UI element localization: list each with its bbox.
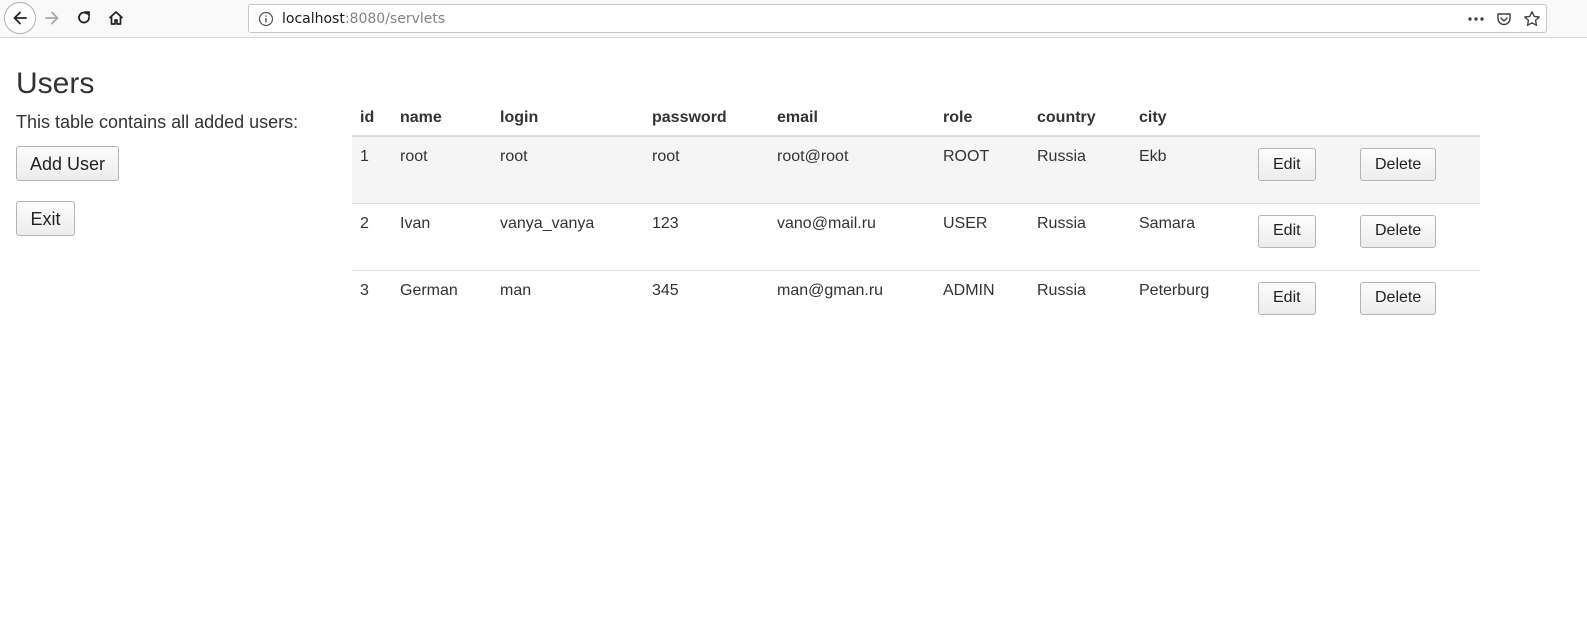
- col-header-city: city: [1131, 98, 1250, 137]
- arrow-right-icon: [45, 11, 59, 25]
- reload-icon: [78, 11, 90, 24]
- cell-edit: Edit: [1250, 136, 1352, 203]
- table-row: 3 German man 345 man@gman.ru ADMIN Russi…: [352, 269, 1480, 337]
- url-actions: [1466, 7, 1542, 31]
- cell-delete: Delete: [1352, 202, 1480, 270]
- bookmark-button[interactable]: [1522, 9, 1542, 29]
- home-icon: [108, 11, 124, 25]
- col-header-email: email: [769, 98, 935, 137]
- cell-password: root: [644, 136, 769, 203]
- col-header-login: login: [492, 98, 644, 137]
- cell-delete: Delete: [1352, 269, 1480, 337]
- cell-login: vanya_vanya: [492, 202, 644, 270]
- star-icon: [1524, 11, 1540, 26]
- delete-button[interactable]: Delete: [1360, 281, 1437, 315]
- pocket-icon: [1497, 13, 1511, 26]
- cell-city: Peterburg: [1131, 269, 1250, 337]
- arrow-left-icon: [13, 11, 27, 25]
- cell-email: man@gman.ru: [769, 269, 935, 337]
- url-path: :8080/servlets: [344, 11, 446, 27]
- cell-login: man: [492, 269, 644, 337]
- page-actions-button[interactable]: [1466, 9, 1486, 29]
- table-row: 1 root root root root@root ROOT Russia E…: [352, 136, 1480, 203]
- table-header-row: id name login password email role countr…: [352, 98, 1480, 137]
- cell-name: root: [392, 136, 492, 203]
- cell-city: Ekb: [1131, 136, 1250, 203]
- col-header-name: name: [392, 98, 492, 137]
- add-user-button[interactable]: Add User: [16, 146, 119, 181]
- home-button[interactable]: [101, 3, 131, 33]
- page-title: Users: [16, 67, 95, 100]
- cell-id: 3: [352, 269, 392, 337]
- cell-edit: Edit: [1250, 269, 1352, 337]
- cell-role: ADMIN: [935, 269, 1029, 337]
- address-bar[interactable]: localhost:8080/servlets: [248, 4, 1547, 33]
- forward-button[interactable]: [37, 3, 67, 33]
- edit-button[interactable]: Edit: [1258, 148, 1316, 181]
- intro-text: This table contains all added users:: [16, 112, 299, 132]
- cell-email: root@root: [769, 136, 935, 203]
- browser-toolbar: localhost:8080/servlets: [0, 0, 1587, 38]
- col-header-id: id: [352, 98, 392, 137]
- col-header-edit: [1250, 98, 1352, 137]
- cell-name: German: [392, 269, 492, 337]
- delete-button[interactable]: Delete: [1360, 148, 1437, 181]
- cell-password: 345: [644, 269, 769, 337]
- edit-button[interactable]: Edit: [1258, 214, 1316, 248]
- url-text[interactable]: localhost:8080/servlets: [282, 11, 445, 27]
- table-row: 2 Ivan vanya_vanya 123 vano@mail.ru USER…: [352, 202, 1480, 270]
- cell-country: Russia: [1029, 269, 1131, 337]
- cell-id: 2: [352, 202, 392, 270]
- cell-login: root: [492, 136, 644, 203]
- cell-edit: Edit: [1250, 202, 1352, 270]
- col-header-password: password: [644, 98, 769, 137]
- cell-delete: Delete: [1352, 136, 1480, 203]
- cell-email: vano@mail.ru: [769, 202, 935, 270]
- delete-button[interactable]: Delete: [1360, 214, 1437, 248]
- info-icon[interactable]: [258, 11, 274, 27]
- more-dots-icon: [1468, 17, 1484, 21]
- edit-button[interactable]: Edit: [1258, 281, 1316, 315]
- cell-role: ROOT: [935, 136, 1029, 203]
- cell-name: Ivan: [392, 202, 492, 270]
- cell-id: 1: [352, 136, 392, 203]
- cell-city: Samara: [1131, 202, 1250, 270]
- exit-button[interactable]: Exit: [16, 201, 75, 236]
- cell-country: Russia: [1029, 202, 1131, 270]
- back-button[interactable]: [4, 2, 36, 34]
- users-table: id name login password email role countr…: [352, 98, 1480, 337]
- pocket-button[interactable]: [1494, 9, 1514, 29]
- cell-password: 123: [644, 202, 769, 270]
- col-header-country: country: [1029, 98, 1131, 137]
- page-content: Users This table contains all added user…: [0, 39, 1587, 618]
- cell-country: Russia: [1029, 136, 1131, 203]
- url-host: localhost: [282, 11, 345, 27]
- cell-role: USER: [935, 202, 1029, 270]
- col-header-role: role: [935, 98, 1029, 137]
- col-header-delete: [1352, 98, 1480, 137]
- reload-button[interactable]: [69, 3, 99, 33]
